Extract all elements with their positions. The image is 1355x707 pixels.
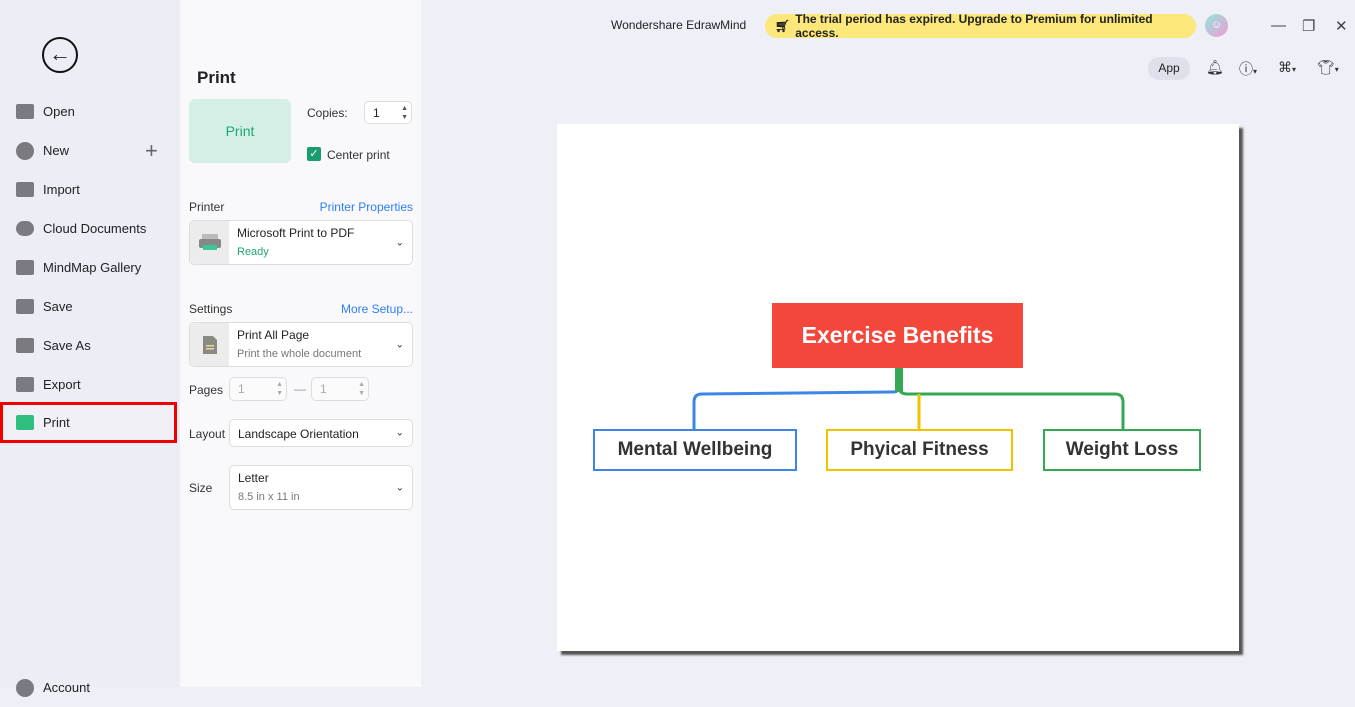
printer-properties-link[interactable]: Printer Properties <box>320 200 413 214</box>
stepper-arrows-icon[interactable]: ▲ ▼ <box>401 104 408 122</box>
connector-weight <box>897 369 1125 429</box>
folder-icon <box>16 104 34 119</box>
label: Cloud Documents <box>43 221 147 236</box>
label: Print <box>43 415 70 430</box>
size-select[interactable]: Letter 8.5 in x 11 in ⌄ <box>229 465 413 510</box>
plus-circle-icon <box>16 141 34 160</box>
cart-icon: 🛒︎ <box>775 19 791 33</box>
help-icon[interactable]: ⓘ▾ <box>1239 59 1257 79</box>
layout-value: Landscape Orientation <box>238 427 359 441</box>
print-panel: Print Print Copies: 1 ▲ ▼ ✓ Center print P… <box>180 0 421 687</box>
print-button[interactable]: Print <box>189 99 291 163</box>
label: Save As <box>43 338 91 353</box>
child-node-phyical-fitness[interactable]: Phyical Fitness <box>826 429 1013 471</box>
avatar[interactable]: ☺ <box>1205 14 1228 37</box>
chevron-down-icon: ⌄ <box>395 482 404 493</box>
app-title: Wondershare EdrawMind <box>611 18 747 32</box>
settings-desc: Print the whole document <box>237 348 362 360</box>
copies-value: 1 <box>373 105 380 120</box>
pages-dash: — <box>294 382 306 396</box>
printer-status: Ready <box>237 246 269 258</box>
child-node-mental-wellbeing[interactable]: Mental Wellbeing <box>593 429 797 471</box>
layout-label: Layout <box>189 427 226 441</box>
gallery-icon <box>16 260 34 275</box>
sidebar-item-save[interactable]: Save <box>0 287 180 326</box>
sidebar-item-open[interactable]: Open <box>0 92 180 131</box>
trial-message: The trial period has expired. Upgrade to… <box>795 12 1153 40</box>
center-print-label: Center print <box>327 148 390 162</box>
label: MindMap Gallery <box>43 260 142 275</box>
mindmap-connectors <box>692 367 1125 429</box>
more-setup-link[interactable]: More Setup... <box>341 302 413 316</box>
sidebar-item-import[interactable]: Import <box>0 170 180 209</box>
label: Import <box>43 182 80 197</box>
document-icon <box>190 323 229 366</box>
page-from-stepper[interactable]: 1 ▲ ▼ <box>229 377 287 401</box>
child-node-weight-loss[interactable]: Weight Loss <box>1043 429 1201 471</box>
stepper-arrows-icon[interactable]: ▲ ▼ <box>276 380 283 398</box>
printer-name: Microsoft Print to PDF <box>237 226 355 240</box>
restore-icon[interactable]: ❐ <box>1302 17 1315 35</box>
chevron-down-icon: ⌄ <box>395 339 404 350</box>
print-preview-page: Exercise Benefits Mental Wellbeing Phyic… <box>557 124 1239 651</box>
save-icon <box>16 299 34 314</box>
sidebar-item-print[interactable]: Print <box>0 402 177 443</box>
printer-icon <box>190 221 229 264</box>
chevron-down-icon: ⌄ <box>395 237 404 248</box>
label: Account <box>43 680 90 695</box>
sidebar-item-new[interactable]: New + <box>0 131 180 170</box>
sidebar-item-account[interactable]: Account <box>0 668 180 707</box>
center-print-checkbox[interactable]: ✓ <box>307 147 321 161</box>
page-title: Print <box>197 68 236 87</box>
page-to-value: 1 <box>320 382 327 396</box>
bell-icon[interactable]: 🔔︎ <box>1206 59 1224 76</box>
settings-select[interactable]: Print All Page Print the whole document … <box>189 322 413 367</box>
size-label: Size <box>189 481 213 495</box>
pages-label: Pages <box>189 383 224 397</box>
theme-shirt-icon[interactable]: 👕︎▾ <box>1317 59 1339 76</box>
account-icon <box>16 678 34 697</box>
sidebar: ← Open New + Import Cloud Documents MindM… <box>0 0 180 697</box>
settings-label: Settings <box>189 302 233 316</box>
page-to-stepper[interactable]: 1 ▲ ▼ <box>311 377 369 401</box>
root-node[interactable]: Exercise Benefits <box>772 303 1023 368</box>
save-as-icon <box>16 338 34 353</box>
label: Save <box>43 299 73 314</box>
printer-label: Printer <box>189 200 225 214</box>
import-icon <box>16 182 34 197</box>
copies-label: Copies: <box>307 106 348 120</box>
plus-icon[interactable]: + <box>145 138 158 164</box>
size-value: Letter <box>238 471 269 485</box>
apps-icon[interactable]: ⌘▾ <box>1278 59 1296 76</box>
printer-icon <box>16 415 34 430</box>
label: Export <box>43 377 81 392</box>
sidebar-item-save-as[interactable]: Save As <box>0 326 180 365</box>
layout-select[interactable]: Landscape Orientation ⌄ <box>229 419 413 447</box>
back-arrow-icon[interactable]: ← <box>42 37 78 73</box>
printer-select[interactable]: Microsoft Print to PDF Ready ⌄ <box>189 220 413 265</box>
label: New <box>43 143 70 158</box>
close-icon[interactable]: ✕ <box>1335 17 1348 35</box>
minimize-icon[interactable]: — <box>1271 17 1286 34</box>
label: Open <box>43 104 75 119</box>
trial-banner[interactable]: 🛒︎ The trial period has expired. Upgrade … <box>765 12 1196 40</box>
connector-mental <box>692 369 901 429</box>
stepper-arrows-icon[interactable]: ▲ ▼ <box>358 380 365 398</box>
cloud-icon <box>16 221 34 236</box>
settings-value: Print All Page <box>237 328 310 342</box>
sidebar-item-cloud-documents[interactable]: Cloud Documents <box>0 209 180 248</box>
sidebar-item-export[interactable]: Export <box>0 365 180 404</box>
page-from-value: 1 <box>238 382 245 396</box>
chevron-down-icon: ⌄ <box>395 427 404 439</box>
sidebar-item-mindmap-gallery[interactable]: MindMap Gallery <box>0 248 180 287</box>
copies-stepper[interactable]: 1 ▲ ▼ <box>364 101 412 124</box>
size-desc: 8.5 in x 11 in <box>238 491 300 503</box>
export-icon <box>16 377 34 392</box>
app-button[interactable]: App <box>1148 57 1190 80</box>
